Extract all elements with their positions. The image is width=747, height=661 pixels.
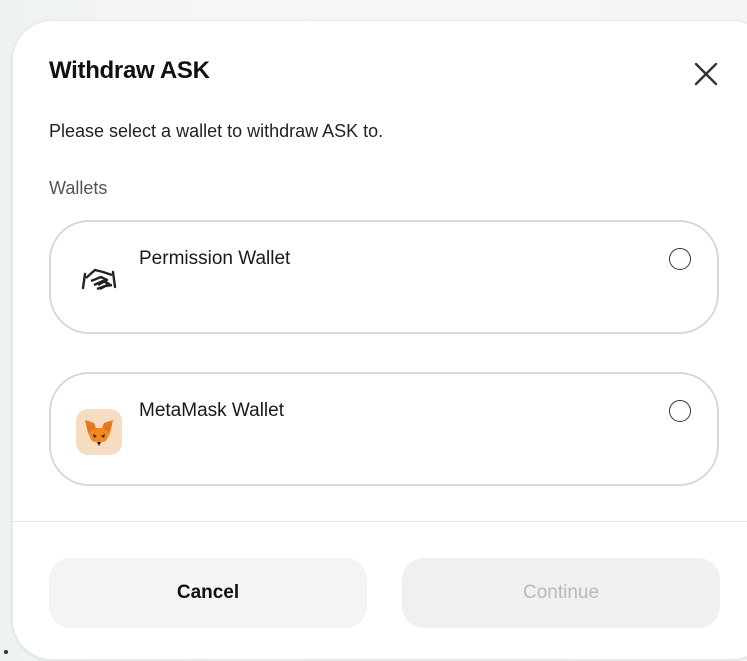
handshake-icon: [75, 256, 123, 304]
close-icon: [694, 62, 718, 86]
withdraw-dialog: Withdraw ASK Please select a wallet to w…: [12, 20, 747, 660]
footer-divider: [13, 521, 747, 522]
wallet-option-metamask[interactable]: MetaMask Wallet: [49, 372, 719, 486]
wallet-name: MetaMask Wallet: [139, 400, 284, 421]
metamask-icon-container: [75, 408, 123, 456]
stray-dot: [4, 650, 8, 654]
wallets-section-label: Wallets: [49, 178, 108, 198]
wallet-radio-metamask[interactable]: [669, 400, 691, 422]
wallet-name: Permission Wallet: [139, 248, 291, 269]
dialog-subtitle: Please select a wallet to withdraw ASK t…: [49, 121, 384, 141]
metamask-fox-icon: [76, 409, 122, 455]
close-button[interactable]: [691, 59, 721, 89]
cancel-button[interactable]: Cancel: [49, 558, 367, 628]
dialog-title: Withdraw ASK: [49, 57, 210, 84]
wallet-radio-permission[interactable]: [669, 248, 691, 270]
continue-button[interactable]: Continue: [402, 558, 720, 628]
wallet-option-permission[interactable]: Permission Wallet: [49, 220, 719, 334]
